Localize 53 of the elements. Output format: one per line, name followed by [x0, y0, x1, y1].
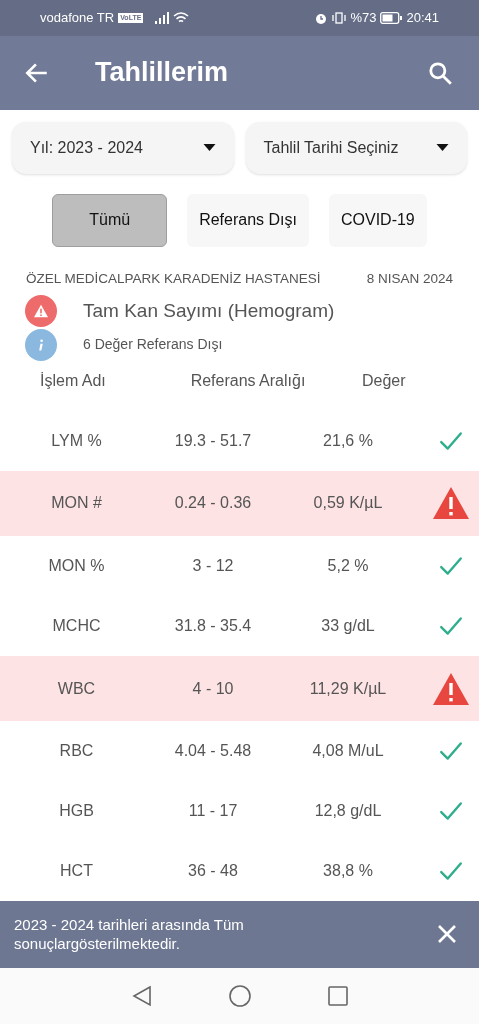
test-code: HGB: [58, 800, 95, 821]
test-code: LYM %: [50, 430, 103, 451]
reference-range: 3 - 12: [191, 556, 235, 577]
search-icon: [427, 59, 453, 86]
result-value: 33 g/dL: [320, 615, 376, 636]
test-code: MCHC: [51, 615, 102, 636]
home-nav-button[interactable]: [227, 984, 252, 1009]
result-value: 21,6 %: [322, 430, 374, 451]
test-code: RBC: [58, 741, 95, 762]
column-header: Değer: [361, 370, 406, 391]
result-value: 0,59 K/µL: [312, 493, 384, 514]
clock-time: 20:41: [406, 9, 439, 28]
result-value: 4,08 M/uL: [311, 741, 385, 762]
info-icon: [25, 328, 57, 361]
battery-percent: %73: [350, 9, 377, 28]
out-of-range-summary: 6 Değer Referans Dışı: [83, 335, 223, 355]
reference-range: 36 - 48: [187, 860, 239, 881]
column-header: İşlem Adı: [40, 370, 107, 391]
filter-chip[interactable]: COVID-19: [328, 193, 427, 247]
filter-dropdown[interactable]: Yıl: 2023 - 2024: [12, 121, 234, 174]
snackbar-message: 2023 - 2024 tarihleri arasında Tüm sonuçlargösterilmektedir.: [14, 915, 245, 954]
wifi-icon: [173, 11, 190, 24]
reference-range: 4.04 - 5.48: [173, 741, 253, 762]
vibrate-icon: [332, 10, 347, 25]
result-value: 11,29 K/µL: [308, 678, 388, 699]
report-date: 8 NISAN 2024: [366, 269, 453, 288]
result-value: 38,8 %: [322, 860, 374, 881]
filter-dropdown[interactable]: Tahlil Tarihi Seçiniz: [245, 121, 467, 174]
caret-icon: [202, 143, 216, 152]
test-name: Tam Kan Sayımı (Hemogram): [83, 298, 335, 323]
test-code: MON #: [50, 493, 103, 514]
alert-badge-icon: [25, 294, 57, 327]
result-value: 5,2 %: [326, 556, 370, 577]
hospital-name: ÖZEL MEDİCALPARK KARADENİZ HASTANESİ: [26, 269, 321, 288]
battery-icon: [380, 11, 403, 24]
caret-icon: [436, 143, 449, 152]
reference-range: 11 - 17: [187, 800, 239, 821]
signal-icon: [155, 11, 170, 24]
back-nav-button[interactable]: [131, 985, 152, 1008]
column-header: Referans Aralığı: [189, 370, 307, 391]
filter-chip[interactable]: Referans Dışı: [187, 193, 309, 247]
carrier-name: vodafone TR: [40, 9, 115, 28]
screen-title: Tahlillerim: [95, 56, 230, 90]
test-code: WBC: [56, 678, 97, 699]
filter-chip[interactable]: Tümü: [52, 193, 168, 247]
test-code: HCT: [59, 860, 94, 881]
test-code: MON %: [47, 556, 106, 577]
result-value: 12,8 g/dL: [313, 800, 383, 821]
reference-range: 31.8 - 35.4: [173, 615, 253, 636]
reference-range: 4 - 10: [191, 678, 235, 699]
reference-range: 0.24 - 0.36: [173, 493, 253, 514]
recents-nav-button[interactable]: [327, 986, 348, 1007]
reference-range: 19.3 - 51.7: [173, 430, 253, 451]
